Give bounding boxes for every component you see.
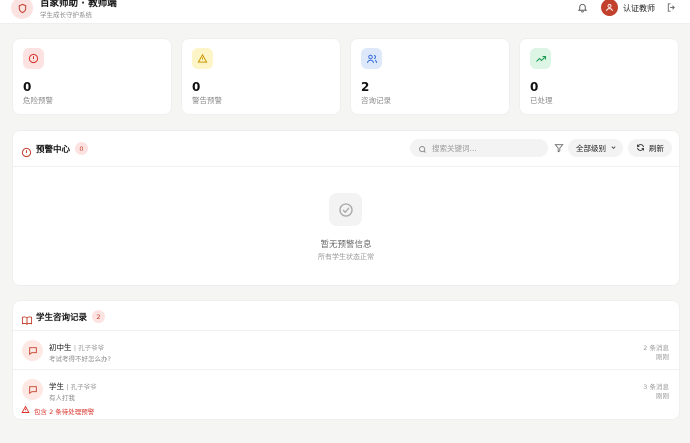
record-student: 初中生 | 孔子爷爷 [49,342,104,353]
stat-card-records: 2 咨询记录 [350,38,510,115]
alerts-count-badge: 0 [75,142,88,155]
empty-state-title: 暂无预警信息 [320,240,372,250]
users-icon [361,48,382,69]
user-name[interactable]: 认证教师 [623,3,655,14]
record-student: 学生 | 孔子爷爷 [49,381,97,392]
stat-label: 已处理 [530,96,553,105]
record-who: | 孔子爷爷 [66,383,97,391]
top-bar: 百家师助 · 教师端 学生成长守护系统 认证教师 [0,0,690,24]
message-icon [22,379,43,400]
alerts-panel: 预警中心 0 全部级别 刷新 暂无预警信息 所有学生状态正常 [12,130,680,286]
avatar[interactable] [601,0,618,16]
list-item[interactable]: 初中生 | 孔子爷爷 考试考得不好怎么办? 2 条消息 刚刚 [13,331,679,369]
refresh-button[interactable]: 刷新 [628,139,672,157]
chevron-down-icon [610,144,617,153]
filter-icon[interactable] [553,142,565,154]
record-time: 刚刚 [656,353,669,361]
stat-label: 危险预警 [23,96,53,105]
search-icon [418,139,427,158]
trending-up-icon [530,48,551,69]
warning-triangle-icon [21,405,30,416]
records-title: 学生咨询记录 [36,313,88,323]
records-count-badge: 2 [92,310,105,323]
app-title: 百家师助 · 教师端 [40,0,117,9]
empty-state-subtitle: 所有学生状态正常 [318,253,374,261]
record-name: 初中生 [49,343,72,352]
record-name: 学生 [49,382,64,391]
refresh-label: 刷新 [649,143,664,153]
stat-value: 0 [23,80,32,94]
record-time: 刚刚 [656,392,669,400]
alerts-title: 预警中心 [36,145,71,155]
divider [13,166,679,167]
stat-card-danger: 0 危险预警 [12,38,172,115]
stat-label: 咨询记录 [361,96,391,105]
stat-value: 2 [361,80,370,94]
record-who: | 孔子爷爷 [73,344,105,352]
search-box[interactable] [410,139,548,157]
level-select-value: 全部级别 [576,143,606,153]
search-input[interactable] [432,143,542,153]
book-open-icon [21,311,33,326]
refresh-icon [636,143,645,154]
stat-label: 警告预警 [192,96,222,105]
warning-triangle-icon [192,48,213,69]
pending-warning: 包含 2 条待处理预警 [21,405,94,416]
shield-icon [11,0,33,19]
logout-icon[interactable] [665,1,678,14]
level-select[interactable]: 全部级别 [568,139,623,157]
pending-warning-text: 包含 2 条待处理预警 [34,407,95,416]
stat-card-handled: 0 已处理 [519,38,679,115]
alert-circle-icon [23,48,44,69]
record-preview: 有人打我 [49,394,75,402]
record-preview: 考试考得不好怎么办? [49,355,111,363]
stat-card-warning: 0 警告预警 [181,38,341,115]
message-icon [22,340,43,361]
check-circle-icon [329,193,362,226]
bell-icon[interactable] [576,1,589,14]
records-panel: 学生咨询记录 2 初中生 | 孔子爷爷 考试考得不好怎么办? 2 条消息 刚刚 … [12,300,680,420]
list-item[interactable]: 学生 | 孔子爷爷 有人打我 3 条消息 刚刚 [13,370,679,420]
stat-value: 0 [530,80,539,94]
app-subtitle: 学生成长守护系统 [40,11,92,19]
stat-value: 0 [192,80,201,94]
alert-circle-icon [21,143,32,158]
